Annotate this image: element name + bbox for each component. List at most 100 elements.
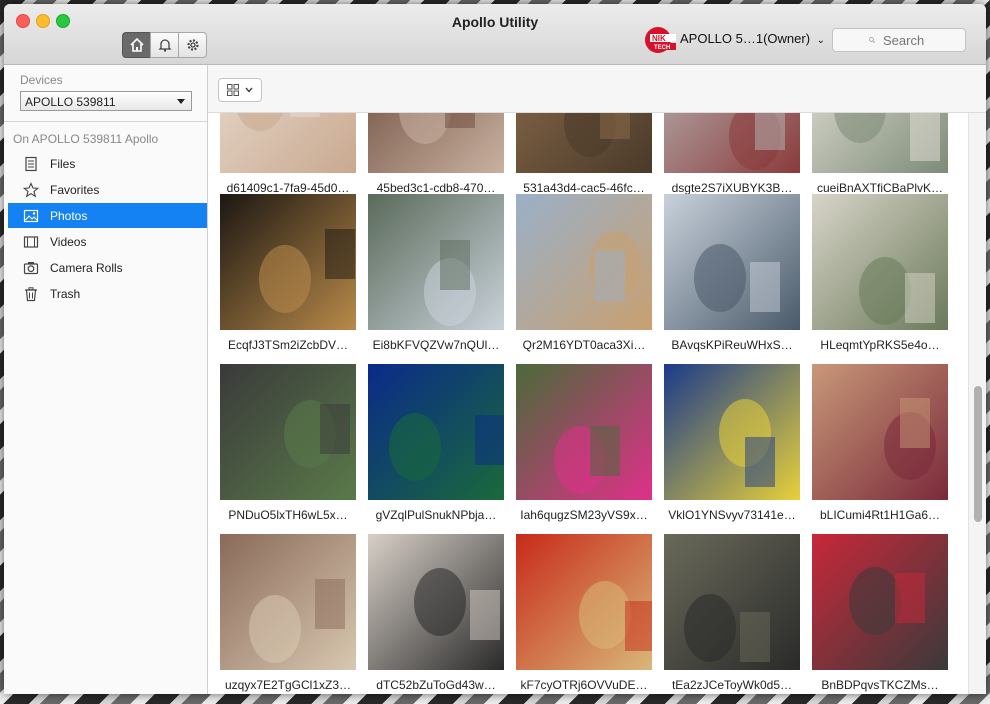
notifications-button[interactable] <box>150 32 179 58</box>
photo-tile[interactable]: Qr2M16YDT0aca3Xi… <box>516 194 652 352</box>
chevron-down-icon: ⌄ <box>816 35 826 46</box>
sidebar-item-label: Camera Rolls <box>50 260 123 275</box>
photo-tile[interactable]: BnBDPqvsTKCZMs… <box>812 534 948 692</box>
photo-tile[interactable]: gVZqlPulSnukNPbja… <box>368 364 504 522</box>
scrollbar-thumb[interactable] <box>974 386 982 522</box>
photo-tile[interactable]: 531a43d4-cac5-46fc… <box>516 113 652 195</box>
photo-tile[interactable]: d61409c1-7fa9-45d0… <box>220 113 356 195</box>
photo-tile[interactable]: bLICumi4Rt1H1Ga6… <box>812 364 948 522</box>
sidebar-item-videos[interactable]: Videos <box>8 229 207 254</box>
chevron-down-icon <box>245 87 253 93</box>
photo-thumbnail <box>368 113 504 173</box>
photo-filename: gVZqlPulSnukNPbja… <box>375 508 497 522</box>
photo-filename: tEa2zJCeToyWk0d5… <box>671 678 793 692</box>
photo-thumbnail <box>516 534 652 670</box>
photo-thumbnail <box>664 534 800 670</box>
photo-filename: Ei8bKFVQZVw7nQUl… <box>372 338 500 352</box>
photo-filename: 531a43d4-cac5-46fc… <box>523 181 645 195</box>
photo-tile[interactable]: uzqyx7E2TgGCl1xZ3… <box>220 534 356 692</box>
photo-thumbnail <box>368 364 504 500</box>
search-input[interactable] <box>881 31 965 49</box>
photo-tile[interactable]: VklO1YNSvyv73141e… <box>664 364 800 522</box>
photo-tile[interactable]: HLeqmtYpRKS5e4o… <box>812 194 948 352</box>
photo-tile[interactable]: tEa2zJCeToyWk0d5… <box>664 534 800 692</box>
photo-tile[interactable]: cueiBnAXTfiCBaPlvK… <box>812 113 948 195</box>
home-icon <box>129 37 144 52</box>
content-toolbar <box>208 65 986 113</box>
photo-tile[interactable]: dTC52bZuToGd43w… <box>368 534 504 692</box>
sidebar-item-label: Favorites <box>50 182 100 197</box>
photo-thumbnail <box>516 364 652 500</box>
photo-filename: 45bed3c1-cdb8-470… <box>376 181 496 195</box>
sidebar-item-files[interactable]: Files <box>8 151 207 176</box>
on-device-label: On APOLLO 539811 Apollo <box>13 132 159 146</box>
vertical-scrollbar[interactable] <box>968 113 986 694</box>
photo-filename: cueiBnAXTfiCBaPlvK… <box>816 181 944 195</box>
svg-text:NIK: NIK <box>652 34 666 43</box>
photo-filename: PNDuO5lxTH6wL5x… <box>228 508 348 522</box>
photo-thumbnail <box>664 364 800 500</box>
photo-filename: dTC52bZuToGd43w… <box>376 678 496 692</box>
devices-label: Devices <box>20 73 63 87</box>
search-box[interactable] <box>832 28 966 52</box>
view-mode-button[interactable] <box>218 78 262 102</box>
app-window: Apollo Utility NIK TECH APOLLO 5…1(Owner… <box>4 4 986 694</box>
photo-filename: dsgte2S7iXUBYK3B… <box>671 181 793 195</box>
photo-tile[interactable]: BAvqsKPiReuWHxS… <box>664 194 800 352</box>
photo-thumbnail <box>516 113 652 173</box>
home-button[interactable] <box>122 32 151 58</box>
dropdown-arrow-icon <box>177 99 185 104</box>
photo-filename: VklO1YNSvyv73141e… <box>668 508 796 522</box>
account-menu[interactable]: APOLLO 5…1(Owner) ⌄ <box>680 31 825 46</box>
gear-icon <box>186 39 199 51</box>
photo-thumbnail <box>812 113 948 173</box>
sidebar-item-photos[interactable]: Photos <box>8 203 207 228</box>
device-select[interactable]: APOLLO 539811 <box>20 91 192 111</box>
photo-filename: d61409c1-7fa9-45d0… <box>226 181 350 195</box>
sidebar-item-label: Trash <box>50 286 81 301</box>
account-label: APOLLO 5…1(Owner) <box>680 31 811 46</box>
trash-icon <box>22 285 40 303</box>
photo-grid: d61409c1-7fa9-45d0… 45bed3c1-cdb8-470… 531… <box>208 113 968 694</box>
search-icon <box>869 37 875 43</box>
photo-tile[interactable]: 45bed3c1-cdb8-470… <box>368 113 504 195</box>
photo-thumbnail <box>812 364 948 500</box>
photo-thumbnail <box>220 194 356 330</box>
sidebar-divider <box>4 121 207 122</box>
sidebar-item-favorites[interactable]: Favorites <box>8 177 207 202</box>
photo-thumbnail <box>812 194 948 330</box>
photo-thumbnail <box>812 534 948 670</box>
photo-tile[interactable]: Iah6qugzSM23yVS9x… <box>516 364 652 522</box>
photo-filename: BAvqsKPiReuWHxS… <box>671 338 793 352</box>
sidebar-item-camera-rolls[interactable]: Camera Rolls <box>8 255 207 280</box>
photo-filename: EcqfJ3TSm2iZcbDV… <box>227 338 349 352</box>
photo-thumbnail <box>220 113 356 173</box>
brand-logo: NIK TECH <box>644 26 676 54</box>
main-content: d61409c1-7fa9-45d0… 45bed3c1-cdb8-470… 531… <box>208 65 986 694</box>
grid-view-icon <box>227 84 239 96</box>
photo-tile[interactable]: dsgte2S7iXUBYK3B… <box>664 113 800 195</box>
photo-tile[interactable]: EcqfJ3TSm2iZcbDV… <box>220 194 356 352</box>
star-icon <box>22 181 40 199</box>
svg-text:TECH: TECH <box>654 45 670 51</box>
photo-thumbnail <box>368 194 504 330</box>
photo-thumbnail <box>220 364 356 500</box>
sidebar-item-trash[interactable]: Trash <box>8 281 207 306</box>
sidebar: Devices APOLLO 539811 On APOLLO 539811 A… <box>4 65 208 694</box>
photo-filename: BnBDPqvsTKCZMs… <box>821 678 939 692</box>
photo-tile[interactable]: Ei8bKFVQZVw7nQUl… <box>368 194 504 352</box>
sidebar-item-label: Files <box>50 156 76 171</box>
photo-filename: uzqyx7E2TgGCl1xZ3… <box>224 678 352 692</box>
photo-filename: bLICumi4Rt1H1Ga6… <box>819 508 941 522</box>
title-bar: Apollo Utility NIK TECH APOLLO 5…1(Owner… <box>4 4 986 65</box>
file-icon <box>22 155 40 173</box>
device-select-value: APOLLO 539811 <box>25 95 116 109</box>
video-icon <box>22 233 40 251</box>
settings-button[interactable] <box>178 32 207 58</box>
photo-icon <box>22 207 40 225</box>
photo-filename: Iah6qugzSM23yVS9x… <box>520 508 648 522</box>
photo-filename: Qr2M16YDT0aca3Xi… <box>522 338 646 352</box>
photo-tile[interactable]: PNDuO5lxTH6wL5x… <box>220 364 356 522</box>
photo-tile[interactable]: kF7cyOTRj6OVVuDE… <box>516 534 652 692</box>
sidebar-item-label: Photos <box>50 208 88 223</box>
